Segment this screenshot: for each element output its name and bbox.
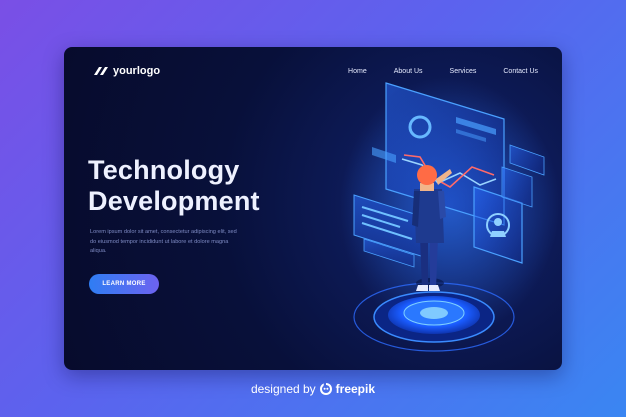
hero-title: Technology Development (88, 155, 260, 217)
landing-card: yourlogo Home About Us Services Contact … (64, 47, 562, 370)
brand-logo[interactable]: yourlogo (93, 65, 160, 77)
footer-credit: designed by freepik (0, 382, 626, 396)
yourlogo-icon (94, 67, 108, 75)
hero-description-line-2: do eiusmod tempor incididunt ut labore e… (90, 238, 229, 245)
credit-prefix: designed by (250, 382, 316, 396)
hero-description: Lorem ipsum dolor sit amet, consectetur … (90, 228, 280, 257)
hero-description-line-1: Lorem ipsum dolor sit amet, consectetur … (90, 229, 237, 235)
hero-description-line-3: aliqua. (90, 248, 107, 254)
credit-brand[interactable]: freepik (336, 382, 375, 396)
hero-title-line-2: Development (88, 186, 260, 216)
hero-title-line-1: Technology (88, 155, 240, 185)
learn-more-button[interactable]: LEARN MORE (89, 274, 159, 294)
person-with-holographic-screens-illustration (339, 77, 559, 352)
freepik-logo-icon (319, 383, 332, 395)
brand-name: yourlogo (113, 65, 161, 77)
